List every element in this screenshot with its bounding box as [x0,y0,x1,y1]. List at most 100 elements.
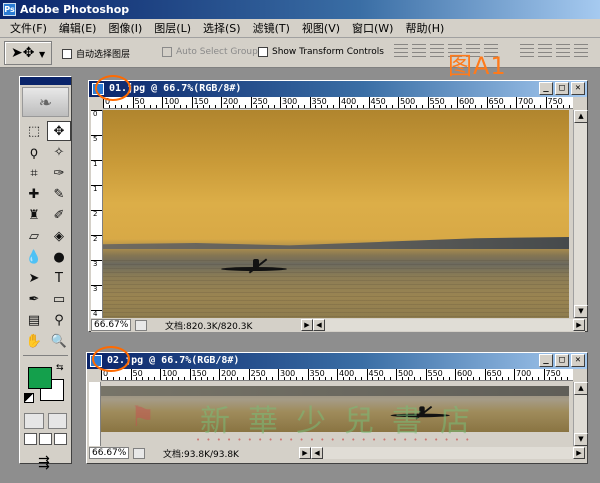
clone-stamp-tool-icon[interactable]: ♜ [22,205,46,225]
ruler-minor-tick [519,377,521,380]
auto-select-layer-checkbox[interactable]: 自动选择图层 [62,47,130,60]
magic-wand-tool-icon[interactable]: ✧ [47,142,71,162]
horizontal-ruler[interactable]: 0 50 100 150 200 250 300 350 400 450 500 550 600 650 7… [103,97,573,109]
blur-tool-icon[interactable]: 💧 [22,247,46,267]
ruler-minor-tick [354,377,356,380]
scroll-right-button[interactable]: ▶ [573,447,585,459]
status-arrow-button[interactable]: ▶ [299,447,311,459]
status-menu-icon[interactable] [133,447,145,459]
scroll-down-button[interactable]: ▼ [574,305,588,318]
align-bottom-icon[interactable] [430,44,444,60]
ruler-minor-tick [557,105,559,108]
menu-layer[interactable]: 图层(L) [148,20,197,36]
horizontal-ruler[interactable]: 0 50 100 150 200 250 300 350 400 450 500 550 600 650 7… [101,369,573,381]
ruler-minor-tick [242,377,244,380]
vertical-scrollbar[interactable]: ▲ ▼ [573,110,588,318]
hand-tool-icon[interactable]: ✋ [22,331,46,351]
ruler-tick-label: 700 [516,97,533,108]
scroll-right-button[interactable]: ▶ [573,319,585,331]
lasso-tool-icon[interactable]: ϙ [22,142,46,162]
quick-mask-mode-icon[interactable] [47,413,67,429]
full-screen-icon[interactable] [54,433,67,445]
distribute-vcenter-icon[interactable] [538,44,552,60]
horizontal-scrollbar[interactable] [325,319,573,331]
ruler-tick-label: 650 [486,97,504,108]
menu-filter[interactable]: 滤镜(T) [247,20,296,36]
scroll-left-button[interactable]: ◀ [311,447,323,459]
notes-tool-icon[interactable]: ▤ [22,310,46,330]
scroll-left-button[interactable]: ◀ [313,319,325,331]
maximize-button[interactable]: □ [555,82,569,95]
paint-bucket-tool-icon[interactable]: ◈ [47,226,71,246]
ruler-minor-tick [390,377,392,380]
status-menu-icon[interactable] [135,319,147,331]
tool-preset-picker[interactable]: ➤✥ ▼ [4,41,52,65]
show-transform-controls-checkbox[interactable]: Show Transform Controls [258,47,384,57]
zoom-field[interactable]: 66.67% [91,319,131,331]
ruler-minor-tick [266,377,268,380]
minimize-button[interactable]: _ [539,354,553,367]
image-canvas[interactable] [103,110,569,318]
menu-help[interactable]: 帮助(H) [399,20,450,36]
close-button[interactable]: ✕ [571,82,585,95]
minimize-button[interactable]: _ [539,82,553,95]
crop-tool-icon[interactable]: ⌗ [22,163,46,183]
scroll-up-button[interactable]: ▲ [574,110,588,123]
scroll-down-button[interactable]: ▼ [574,433,588,446]
swap-colors-icon[interactable]: ⇆ [56,363,64,373]
ruler-minor-tick [120,105,122,108]
foreground-color-swatch[interactable] [28,367,52,389]
healing-brush-tool-icon[interactable]: ✚ [22,184,46,204]
distribute-top-icon[interactable] [520,44,534,60]
eyedropper-tool-icon[interactable]: ⚲ [47,310,71,330]
ruler-tick-label: 700 [514,369,531,380]
brush-tool-icon[interactable]: ✎ [47,184,71,204]
toolbox-header[interactable] [20,77,71,85]
vertical-ruler[interactable]: 0 5 1 1 2 2 3 3 4 [91,110,103,318]
menu-file[interactable]: 文件(F) [4,20,53,36]
eraser-tool-icon[interactable]: ▱ [22,226,46,246]
align-top-icon[interactable] [394,44,408,60]
distribute-left-icon[interactable] [574,44,588,60]
auto-select-groups-checkbox[interactable]: Auto Select Groups [162,47,262,57]
zoom-tool-icon[interactable]: 🔍 [47,331,71,351]
window-buttons: _ □ ✕ [539,354,585,367]
menu-image[interactable]: 图像(I) [102,20,148,36]
menu-edit[interactable]: 编辑(E) [53,20,103,36]
document-title-bar[interactable]: 01.jpg @ 66.7%(RGB/8#) _ □ ✕ [89,81,587,97]
maximize-button[interactable]: □ [555,354,569,367]
move-tool-icon[interactable]: ✥ [47,121,71,141]
history-brush-tool-icon[interactable]: ✐ [47,205,71,225]
path-selection-tool-icon[interactable]: ➤ [22,268,46,288]
standard-mode-icon[interactable] [24,413,44,429]
vertical-ruler[interactable] [89,382,101,446]
status-arrow-button[interactable]: ▶ [301,319,313,331]
menu-view[interactable]: 视图(V) [296,20,346,36]
align-vcenter-icon[interactable] [412,44,426,60]
marquee-tool-icon[interactable]: ⬚ [22,121,46,141]
water-surface [103,260,569,318]
kayaker-silhouette [221,253,291,274]
ruler-minor-tick [156,105,158,108]
full-screen-menu-icon[interactable] [39,433,52,445]
menu-window[interactable]: 窗口(W) [346,20,399,36]
default-colors-icon[interactable] [24,393,34,403]
jump-to-imageready-icon[interactable]: ⇶ [26,453,62,473]
zoom-field[interactable]: 66.67% [89,447,129,459]
scroll-up-button[interactable]: ▲ [574,382,588,395]
standard-screen-icon[interactable] [24,433,37,445]
menu-select[interactable]: 选择(S) [197,20,247,36]
document-title-bar[interactable]: 02.jpg @ 66.7%(RGB/8#) _ □ ✕ [87,353,587,369]
slice-tool-icon[interactable]: ✑ [47,163,71,183]
adobe-feather-logo-icon[interactable]: ❧ [22,87,69,117]
pen-tool-icon[interactable]: ✒ [22,289,46,309]
horizontal-scrollbar[interactable] [323,447,573,459]
vertical-scrollbar[interactable]: ▲ ▼ [573,382,588,446]
dodge-tool-icon[interactable]: ● [47,247,71,267]
distribute-bottom-icon[interactable] [556,44,570,60]
shape-tool-icon[interactable]: ▭ [47,289,71,309]
ruler-tick-label: 500 [396,369,413,380]
type-tool-icon[interactable]: T [47,268,71,288]
ruler-tick-label: 350 [309,97,327,108]
close-button[interactable]: ✕ [571,354,585,367]
